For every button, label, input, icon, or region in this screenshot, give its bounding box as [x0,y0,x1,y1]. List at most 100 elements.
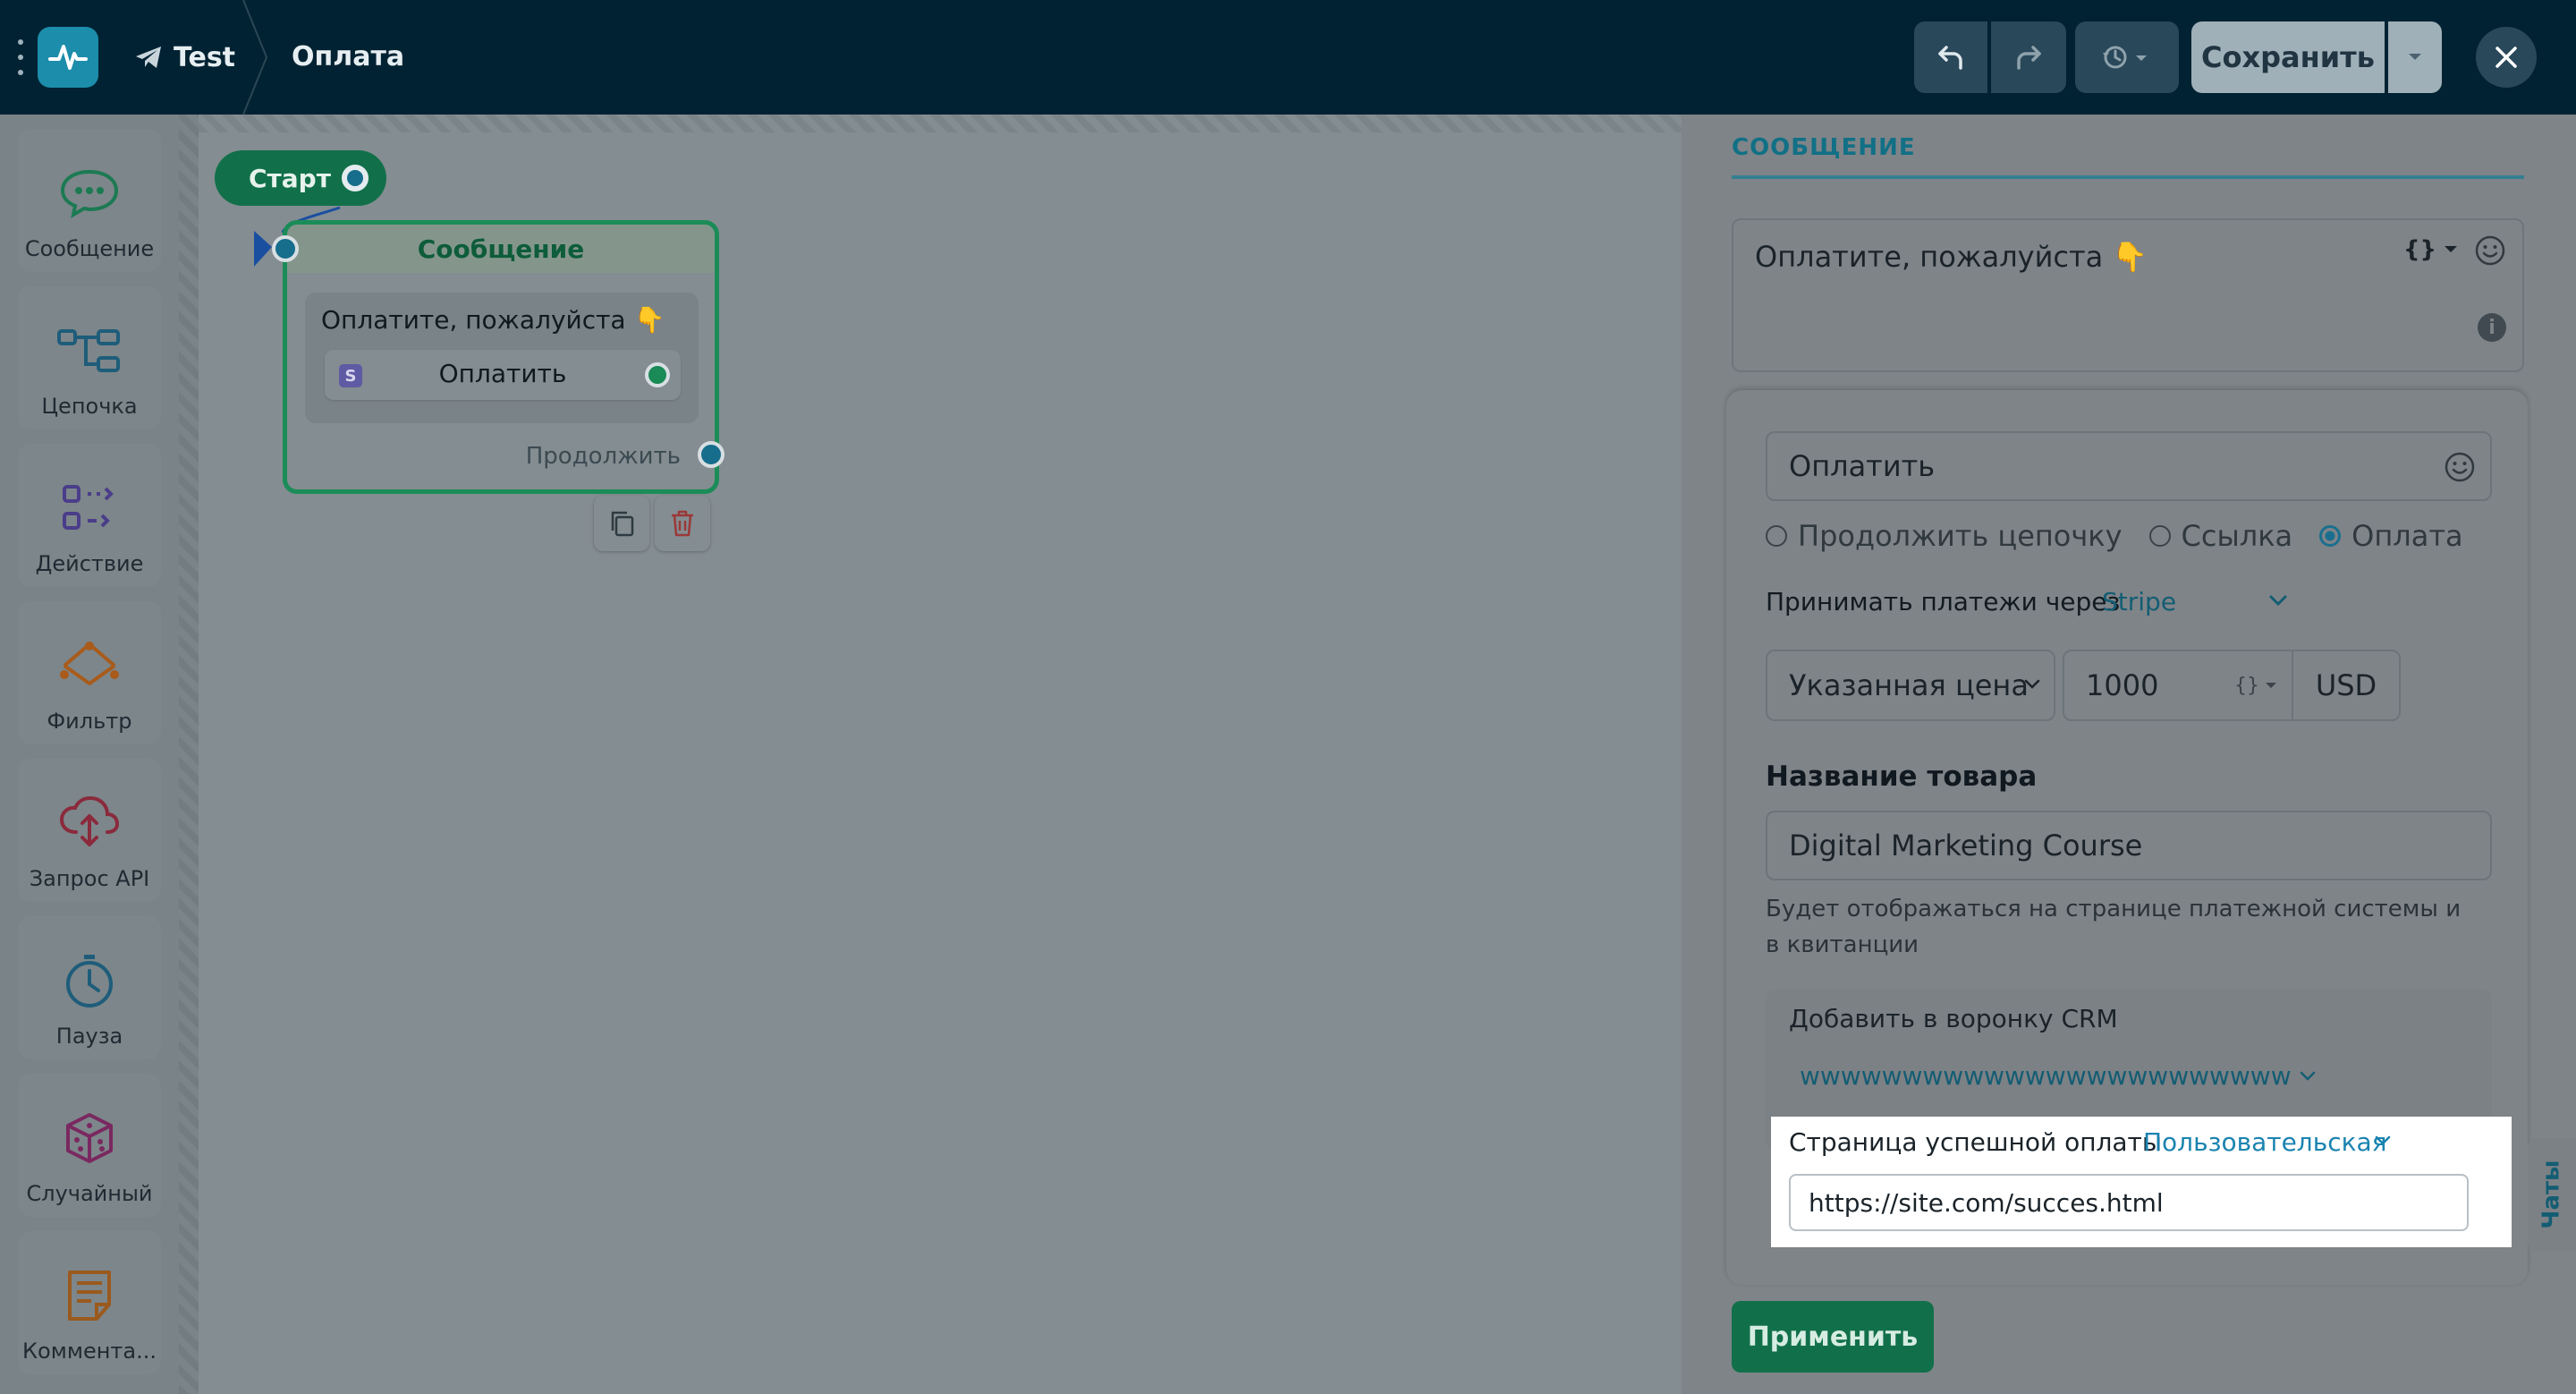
chat-bubble-icon [59,165,120,222]
smiley-icon [2445,452,2475,482]
tool-message[interactable]: Сообщение [18,129,161,272]
price-type-value: Указанная цена [1789,668,2029,702]
message-node-pay-button-label: Оплатить [438,359,567,388]
variables-icon: {} [2234,675,2259,697]
button-text-value: Оплатить [1789,449,1936,483]
clock-icon [63,952,116,1009]
button-action-options: Продолжить цепочку Ссылка Оплата [1766,519,2490,553]
amount-variable-button[interactable]: {} [2234,675,2277,697]
tool-action[interactable]: Действие [18,444,161,587]
apply-button[interactable]: Применить [1732,1301,1934,1373]
tool-message-label: Сообщение [24,236,155,261]
crm-funnel-select[interactable]: wwwwwwwwwwwwwwwwwwwwwwwwwwwwwwwwwwww [1800,1061,2292,1091]
product-name-input[interactable]: Digital Marketing Course [1766,811,2492,880]
tool-filter-label: Фильтр [47,709,132,734]
canvas-edge [199,115,1682,132]
payment-provider-label: Принимать платежи через [1766,587,2121,616]
app-logo-icon[interactable] [38,27,98,88]
tool-comment[interactable]: Коммента... [18,1231,161,1374]
radio-payment[interactable]: Оплата [2319,519,2463,553]
variables-icon: {} [2402,236,2436,263]
chevron-down-icon[interactable] [2374,1135,2392,1147]
chats-side-tab[interactable]: Чаты [2528,1138,2576,1251]
radio-payment-label: Оплата [2351,519,2463,553]
redo-button[interactable] [1991,21,2066,93]
amount-input[interactable]: 1000 {} [2063,650,2293,721]
copy-icon [611,511,634,537]
caret-down-icon [2445,246,2457,252]
radio-link[interactable]: Ссылка [2148,519,2292,553]
more-menu-icon[interactable] [13,39,29,75]
insert-variable-button[interactable]: {} [2403,236,2458,263]
button-emoji-button[interactable] [2444,451,2476,483]
flow-chain-icon [57,322,122,379]
start-node-port[interactable] [336,159,374,197]
radio-continue-chain[interactable]: Продолжить цепочку [1766,519,2123,553]
radio-continue-chain-label: Продолжить цепочку [1798,519,2123,553]
cloud-api-icon [58,795,121,852]
bot-name-label: Test [174,41,236,73]
toolbar-divider [179,115,199,1394]
smiley-icon [2475,235,2505,266]
block-toolbar: Сообщение Цепочка Действие Фильтр Запрос… [0,115,179,1394]
close-icon [2496,47,2517,68]
success-page-label: Страница успешной оплаты [1789,1127,2162,1157]
save-button[interactable]: Сохранить [2191,21,2385,93]
delete-node-button[interactable] [655,496,710,551]
close-button[interactable] [2476,27,2537,88]
message-node-continue-port[interactable] [698,441,724,468]
chevron-down-icon[interactable] [2299,1070,2317,1083]
message-node-continue-label: Продолжить [525,443,681,470]
note-icon [64,1267,114,1324]
copy-node-button[interactable] [594,496,649,551]
undo-button[interactable] [1914,21,1987,93]
caret-down-icon [2266,683,2276,688]
message-node-input-port[interactable] [272,235,299,262]
start-node-label: Старт [249,163,331,193]
message-node-text: Оплатите, пожалуйста 👇 [321,305,665,335]
tab-message[interactable]: СООБЩЕНИЕ [1732,134,1916,161]
message-text-editor[interactable]: Оплатите, пожалуйста 👇 {} i [1732,218,2524,372]
message-node[interactable]: Сообщение Оплатите, пожалуйста 👇 S Оплат… [283,220,719,494]
filter-icon [55,637,123,694]
tool-filter[interactable]: Фильтр [18,601,161,744]
tool-api-request[interactable]: Запрос API [18,759,161,902]
amount-value: 1000 [2086,668,2159,702]
crm-funnel-label: Добавить в воронку CRM [1789,1004,2118,1033]
message-node-pay-button[interactable]: S Оплатить [325,350,681,400]
radio-circle-icon [1766,525,1787,547]
success-page-type-select[interactable]: Пользовательская [2143,1127,2387,1157]
radio-selected-icon [2319,525,2342,547]
action-icon [61,480,118,537]
price-type-select[interactable]: Указанная цена [1766,650,2055,721]
message-text-value: Оплатите, пожалуйста 👇 [1755,240,2148,274]
chevron-down-icon[interactable] [2268,594,2288,607]
radio-circle-icon [2148,525,2171,547]
button-text-input[interactable]: Оплатить [1766,431,2492,501]
bot-name[interactable]: Test [134,36,235,79]
info-icon[interactable]: i [2478,313,2506,342]
tool-random-label: Случайный [26,1181,153,1206]
save-options-button[interactable] [2388,21,2442,93]
history-button[interactable] [2075,21,2179,93]
tool-action-label: Действие [35,551,144,576]
top-bar: Test Оплата Сохранить [0,0,2576,115]
tool-chain[interactable]: Цепочка [18,286,161,429]
product-name-hint: Будет отображаться на странице платежной… [1766,896,2462,958]
payment-provider-select[interactable]: Stripe [2102,587,2176,616]
tool-comment-label: Коммента... [22,1339,157,1364]
trash-icon [672,510,693,537]
tool-chain-label: Цепочка [41,394,138,419]
success-url-value: https://site.com/succes.html [1809,1187,2164,1218]
tool-api-request-label: Запрос API [29,866,150,891]
undo-icon [1938,46,1962,70]
dice-icon [63,1109,116,1167]
tool-pause[interactable]: Пауза [18,916,161,1059]
product-name-label: Название товара [1766,761,2038,793]
emoji-button[interactable] [2474,234,2506,267]
currency-select[interactable]: USD [2292,650,2401,721]
message-node-title: Сообщение [287,225,715,273]
tool-random[interactable]: Случайный [18,1074,161,1217]
pay-button-port[interactable] [645,362,670,387]
success-url-input[interactable]: https://site.com/succes.html [1789,1174,2469,1231]
